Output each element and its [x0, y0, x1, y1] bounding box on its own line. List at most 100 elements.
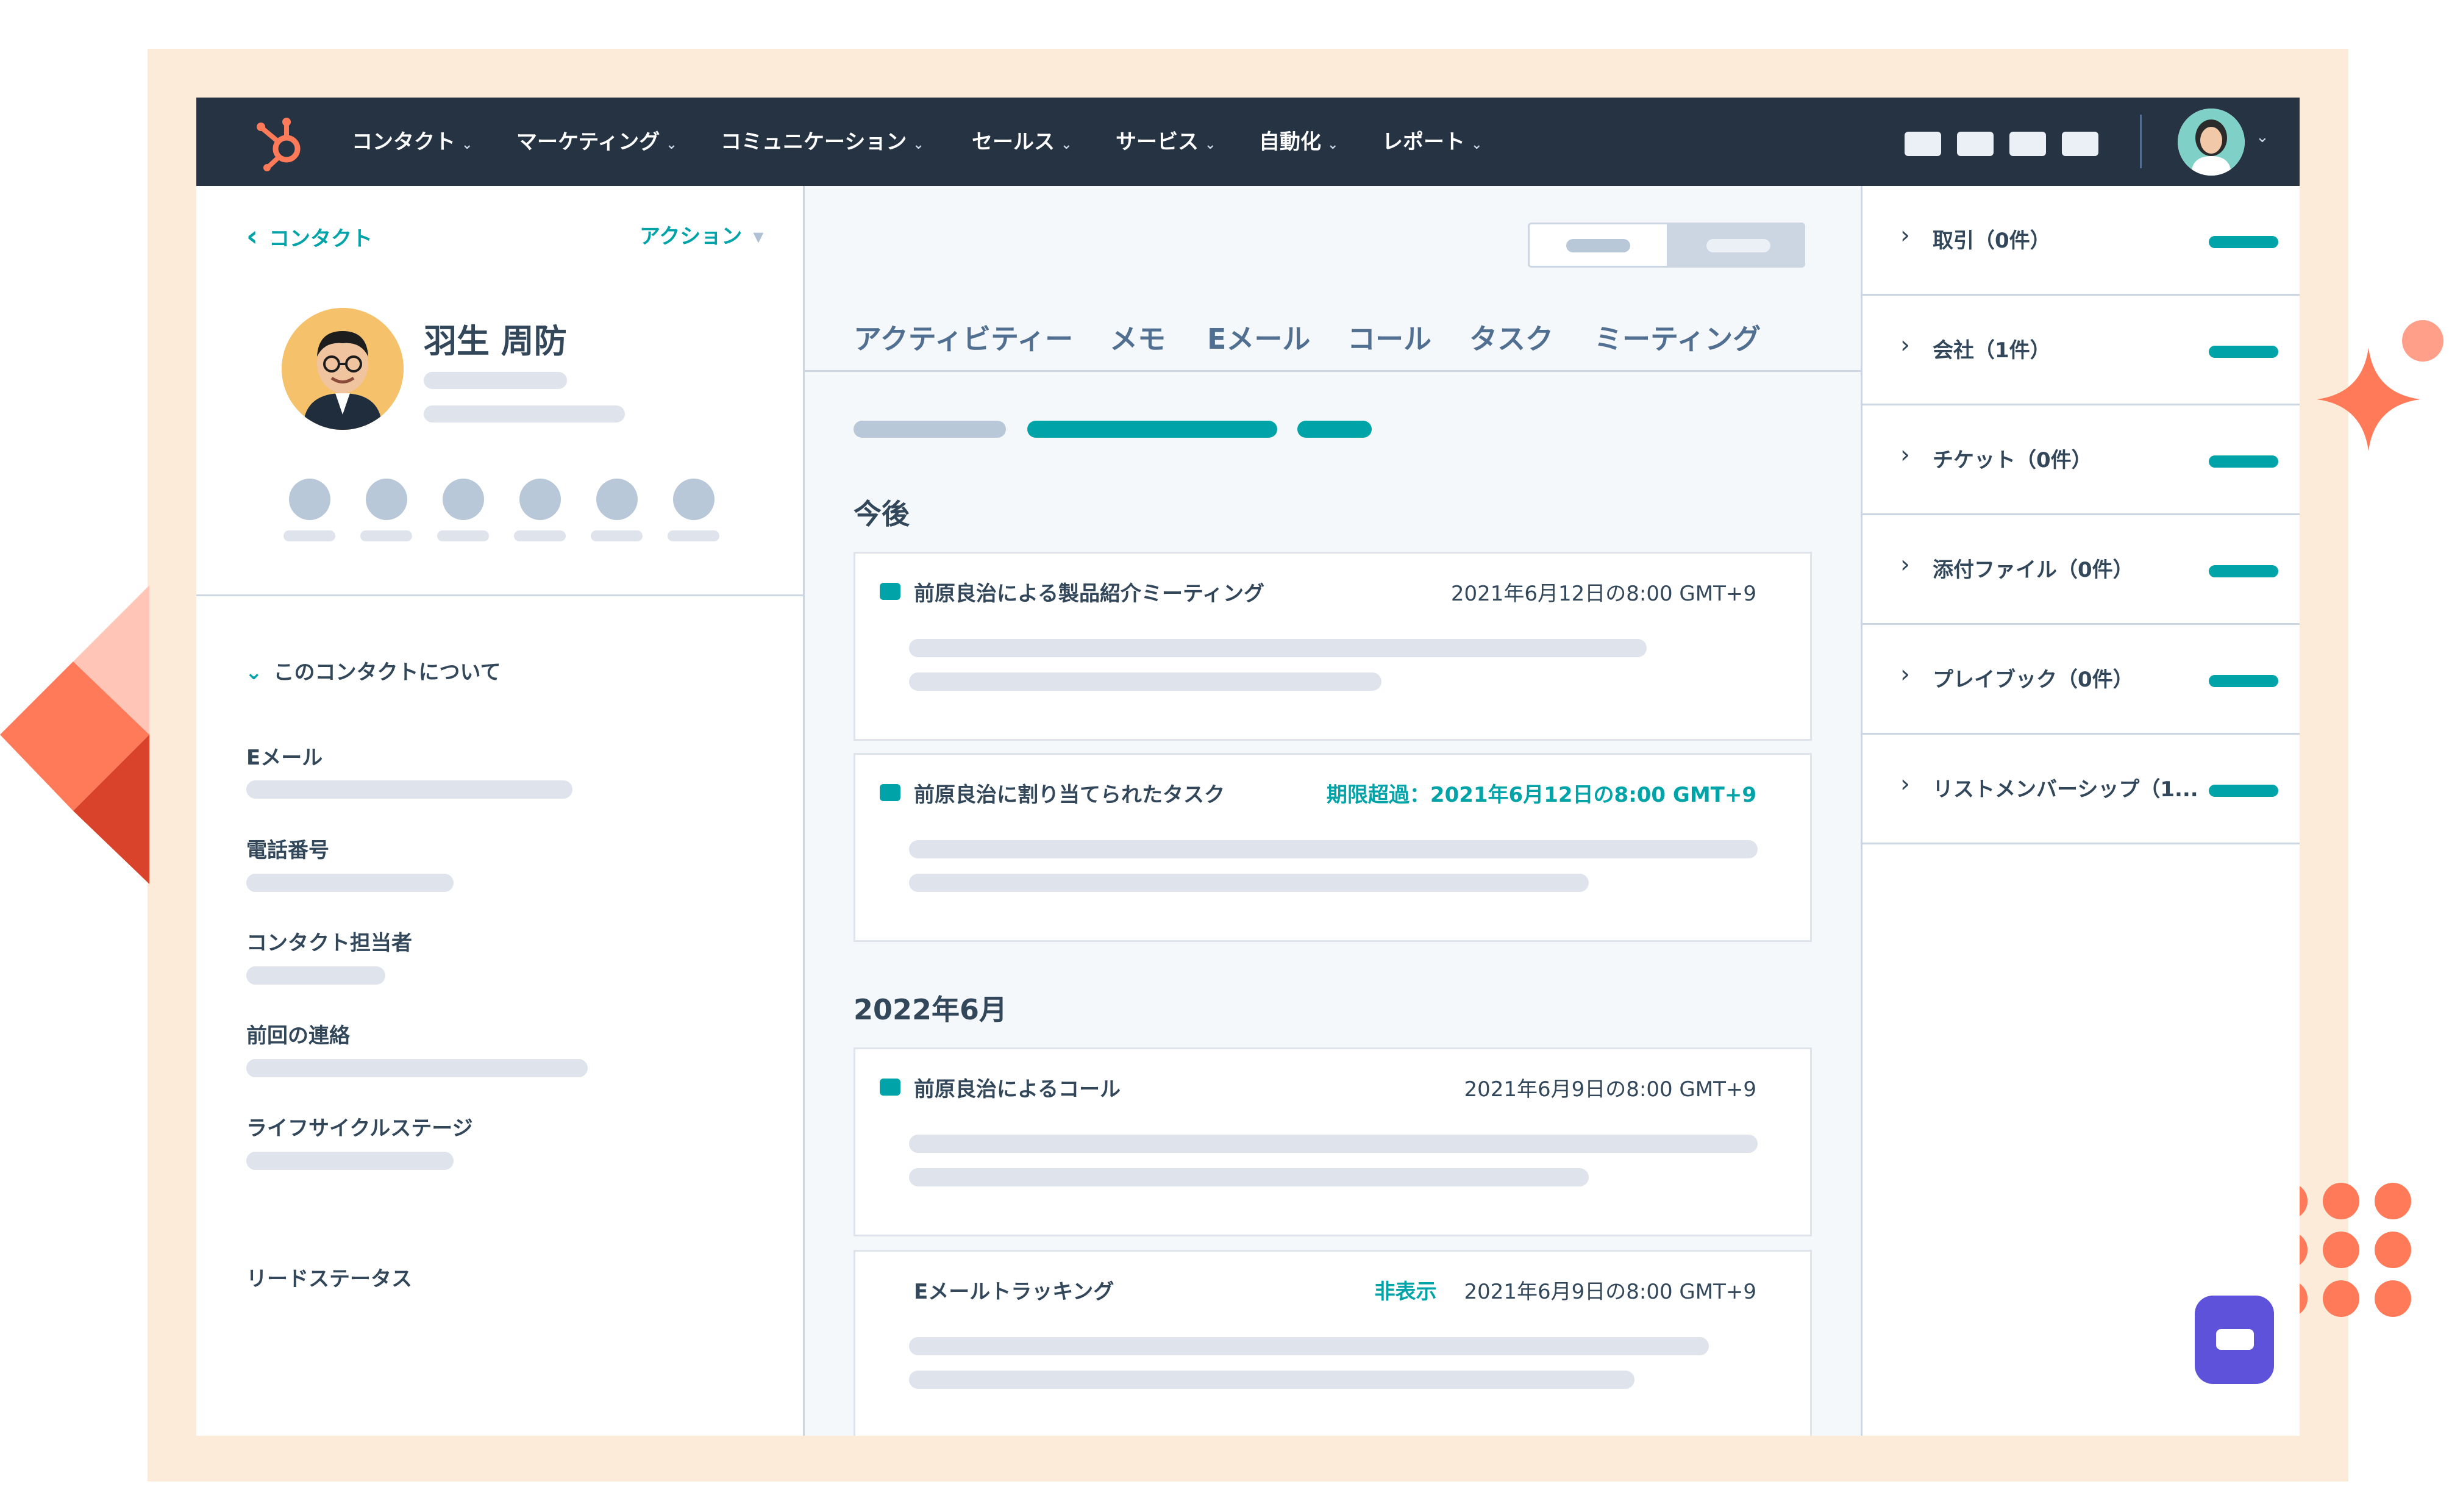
- association-companies[interactable]: › 会社（1件）: [1862, 296, 2300, 405]
- association-action-placeholder[interactable]: [2209, 785, 2278, 797]
- nav-item-automation[interactable]: 自動化 ⌄: [1259, 127, 1338, 157]
- nav-utility-button[interactable]: [1957, 132, 1994, 156]
- action-circle-button[interactable]: [366, 479, 407, 520]
- chevron-down-icon: ⌄: [1205, 137, 1216, 152]
- about-section-toggle[interactable]: ⌄ このコンタクトについて: [245, 655, 501, 685]
- property-value-placeholder[interactable]: [246, 874, 454, 892]
- tab-calls[interactable]: コール: [1347, 317, 1431, 357]
- filter-placeholder-active[interactable]: [1297, 421, 1372, 438]
- nav-item-communication[interactable]: コミュニケーション ⌄: [721, 127, 924, 157]
- nav-item-contacts[interactable]: コンタクト ⌄: [352, 127, 472, 157]
- activity-date: 期限超過：2021年6月12日の8:00 GMT+9: [1326, 783, 1756, 807]
- contact-name: 羽生 周防: [424, 322, 567, 360]
- chevron-down-icon: ⌄: [245, 660, 263, 685]
- association-action-placeholder[interactable]: [2209, 675, 2278, 687]
- chevron-left-icon: ‹: [246, 219, 258, 252]
- property-value-placeholder[interactable]: [246, 780, 572, 799]
- activity-card-task[interactable]: 前原良治に割り当てられたタスク 期限超過：2021年6月12日の8:00 GMT…: [854, 753, 1812, 942]
- contact-subtitle-placeholder: [424, 372, 567, 389]
- chevron-right-icon: ›: [1900, 441, 1910, 469]
- activity-type-icon: [880, 583, 900, 600]
- activity-date: 2021年6月12日の8:00 GMT+9: [1450, 582, 1756, 606]
- contact-photo-icon: [282, 308, 404, 430]
- tab-meetings[interactable]: ミーティング: [1594, 317, 1761, 357]
- overdue-flag: 期限超過：: [1326, 783, 1430, 807]
- activity-body-placeholder: [909, 639, 1647, 657]
- contact-detail-placeholder: [424, 405, 625, 423]
- association-action-placeholder[interactable]: [2209, 455, 2278, 468]
- nav-utility-button[interactable]: [2009, 132, 2046, 156]
- contact-avatar: [282, 308, 404, 430]
- chevron-right-icon: ›: [1900, 770, 1910, 798]
- activity-card-email-tracking[interactable]: Eメールトラッキング 非表示 2021年6月9日の8:00 GMT+9: [854, 1250, 1812, 1436]
- nav-item-reports[interactable]: レポート ⌄: [1382, 127, 1482, 157]
- action-label-placeholder: [360, 530, 412, 541]
- chevron-down-icon: ⌄: [1327, 137, 1339, 152]
- toggle-option-active[interactable]: [1667, 224, 1803, 266]
- actions-dropdown[interactable]: アクション ▾: [640, 219, 763, 249]
- hubspot-logo-icon[interactable]: [250, 111, 311, 172]
- chevron-down-icon[interactable]: ⌄: [2256, 128, 2269, 146]
- property-value-placeholder[interactable]: [246, 1059, 588, 1077]
- activity-title[interactable]: 前原良治に割り当てられたタスク: [914, 778, 1225, 808]
- tab-tasks[interactable]: タスク: [1469, 317, 1553, 357]
- chevron-right-icon: ›: [1900, 660, 1910, 688]
- hide-link[interactable]: 非表示: [1374, 1280, 1436, 1304]
- activity-body-placeholder: [909, 1168, 1589, 1186]
- property-value-placeholder[interactable]: [246, 966, 385, 985]
- nav-utility-button[interactable]: [2062, 132, 2098, 156]
- tab-notes[interactable]: メモ: [1110, 317, 1166, 357]
- caret-down-icon: ▾: [753, 224, 764, 249]
- activity-body-placeholder: [909, 1371, 1634, 1389]
- activity-title[interactable]: 前原良治による製品紹介ミーティング: [914, 577, 1264, 607]
- association-list-memberships[interactable]: › リストメンバーシップ（1...: [1862, 735, 2300, 844]
- association-playbooks[interactable]: › プレイブック（0件）: [1862, 625, 2300, 735]
- association-action-placeholder[interactable]: [2209, 236, 2278, 248]
- upcoming-heading: 今後: [854, 497, 910, 530]
- nav-item-sales[interactable]: セールス ⌄: [972, 127, 1072, 157]
- chat-launcher-button[interactable]: [2195, 1296, 2274, 1384]
- tab-activity[interactable]: アクティビティー: [854, 317, 1073, 357]
- chevron-right-icon: ›: [1900, 331, 1910, 359]
- property-label-phone: 電話番号: [246, 838, 329, 863]
- filter-placeholder[interactable]: [854, 421, 1006, 438]
- associations-sidebar: › 取引（0件） › 会社（1件） › チケット（0件） › 添付ファイル（0件…: [1861, 186, 2300, 1436]
- nav-utility-button[interactable]: [1905, 132, 1941, 156]
- action-circle-button[interactable]: [519, 479, 561, 520]
- crm-app-window: コンタクト ⌄ マーケティング ⌄ コミュニケーション ⌄ セールス ⌄ サービス ⌄ 自…: [196, 98, 2300, 1436]
- section-divider: [196, 594, 805, 596]
- toggle-option-placeholder[interactable]: [1566, 239, 1630, 252]
- top-navigation: コンタクト ⌄ マーケティング ⌄ コミュニケーション ⌄ セールス ⌄ サービス ⌄ 自…: [196, 98, 2300, 186]
- tab-email[interactable]: Eメール: [1207, 317, 1310, 357]
- activity-type-icon: [880, 784, 900, 801]
- association-tickets[interactable]: › チケット（0件）: [1862, 405, 2300, 515]
- activity-title[interactable]: Eメールトラッキング: [914, 1275, 1114, 1305]
- action-circle-button[interactable]: [673, 479, 715, 520]
- user-avatar-icon: [2178, 109, 2245, 176]
- action-label-placeholder: [283, 530, 335, 541]
- action-circle-button[interactable]: [596, 479, 638, 520]
- user-avatar[interactable]: [2178, 109, 2245, 176]
- property-label-lead-status: リードステータス: [246, 1267, 412, 1291]
- action-circle-button[interactable]: [443, 479, 484, 520]
- activity-body-placeholder: [909, 1337, 1709, 1355]
- back-to-contacts-link[interactable]: ‹ コンタクト: [246, 219, 372, 252]
- nav-item-marketing[interactable]: マーケティング ⌄: [516, 127, 677, 157]
- chevron-right-icon: ›: [1900, 551, 1910, 579]
- view-toggle[interactable]: [1528, 223, 1805, 268]
- association-deals[interactable]: › 取引（0件）: [1862, 186, 2300, 296]
- action-circle-button[interactable]: [289, 479, 330, 520]
- activity-card-meeting[interactable]: 前原良治による製品紹介ミーティング 2021年6月12日の8:00 GMT+9: [854, 552, 1812, 741]
- filter-placeholder-active[interactable]: [1027, 421, 1277, 438]
- nav-item-service[interactable]: サービス ⌄: [1116, 127, 1216, 157]
- association-attachments[interactable]: › 添付ファイル（0件）: [1862, 515, 2300, 625]
- activity-card-call[interactable]: 前原良治によるコール 2021年6月9日の8:00 GMT+9: [854, 1047, 1812, 1236]
- activity-body-placeholder: [909, 1135, 1758, 1153]
- property-label-lifecycle-stage: ライフサイクルステージ: [246, 1116, 473, 1141]
- association-action-placeholder[interactable]: [2209, 346, 2278, 358]
- chevron-down-icon: ⌄: [1061, 137, 1072, 152]
- association-action-placeholder[interactable]: [2209, 565, 2278, 577]
- property-value-placeholder[interactable]: [246, 1152, 454, 1170]
- nav-divider: [2140, 115, 2142, 168]
- activity-title[interactable]: 前原良治によるコール: [914, 1072, 1121, 1102]
